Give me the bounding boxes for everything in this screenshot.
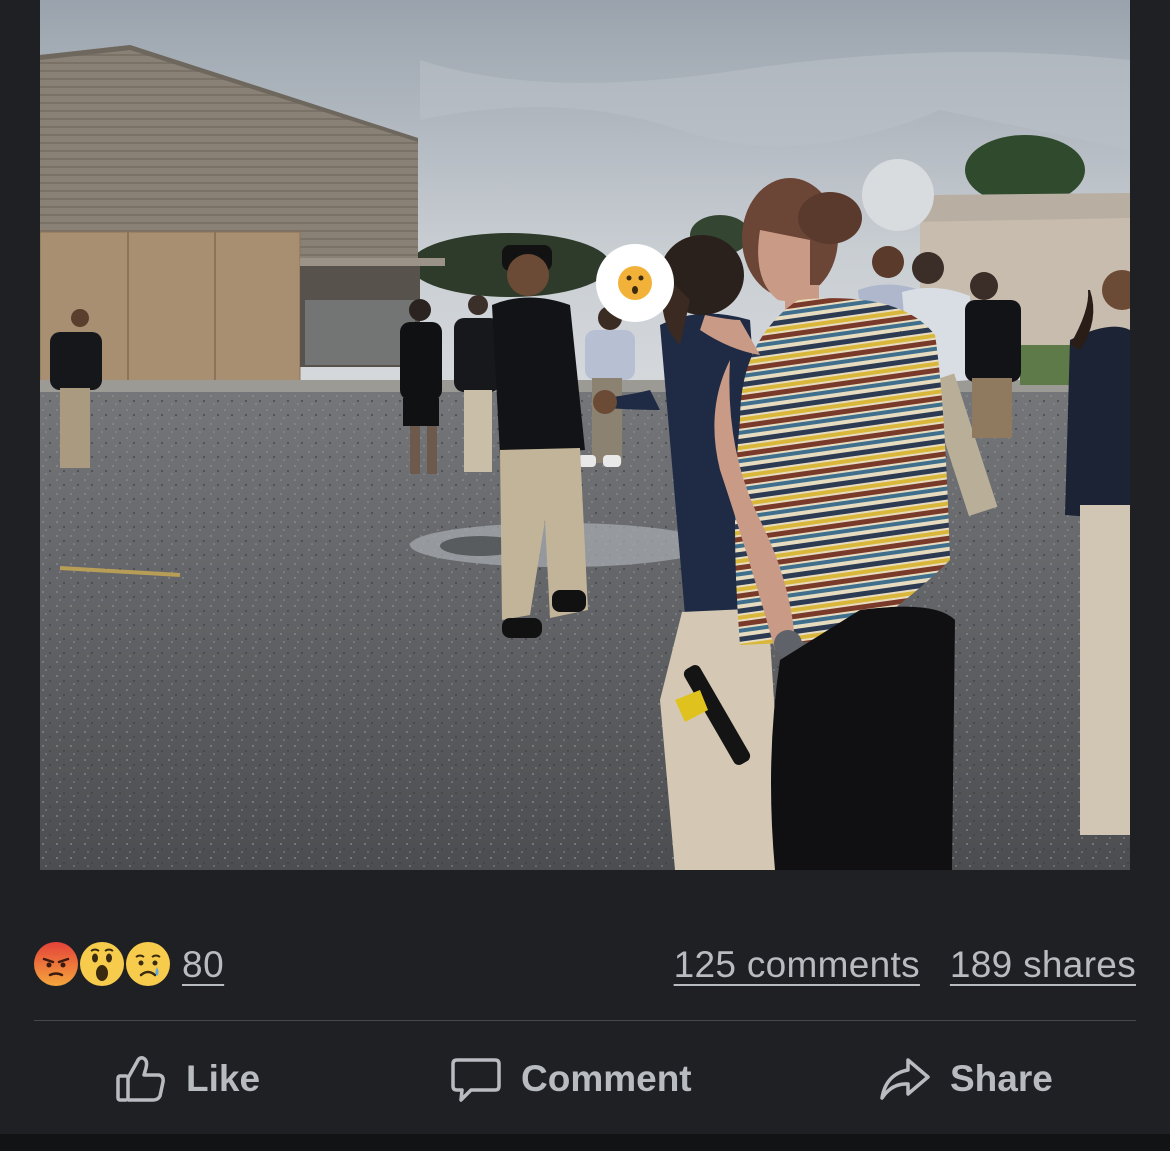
- reaction-count[interactable]: 80: [182, 944, 224, 986]
- schoolyard-photo: [40, 0, 1130, 870]
- share-arrow-icon: [880, 1058, 930, 1100]
- wow-reaction-icon: [78, 940, 126, 988]
- like-button[interactable]: Like: [114, 1040, 260, 1118]
- post-photo[interactable]: [40, 0, 1130, 870]
- comments-count-link[interactable]: 125 comments: [674, 944, 920, 986]
- stats-divider: [34, 1020, 1136, 1021]
- engagement-counts: 125 comments 189 shares: [674, 944, 1136, 986]
- social-post: 80 125 comments 189 shares Like Comment …: [0, 0, 1170, 1151]
- angry-reaction-icon: [32, 940, 80, 988]
- sad-reaction-icon: [124, 940, 172, 988]
- thumbs-up-icon: [116, 1056, 165, 1102]
- post-actions: Like Comment Share: [0, 1040, 1170, 1118]
- surprised-face-icon: [596, 244, 674, 322]
- comment-label: Comment: [521, 1058, 692, 1099]
- share-label: Share: [950, 1058, 1053, 1099]
- share-button[interactable]: Share: [878, 1040, 1053, 1118]
- like-label: Like: [186, 1058, 261, 1099]
- shares-count-link[interactable]: 189 shares: [950, 944, 1136, 986]
- comment-bubble-icon: [451, 1058, 501, 1102]
- comment-button[interactable]: Comment: [449, 1040, 692, 1118]
- bottom-edge-bar: [0, 1134, 1170, 1151]
- post-stats: 80 125 comments 189 shares: [32, 932, 1138, 996]
